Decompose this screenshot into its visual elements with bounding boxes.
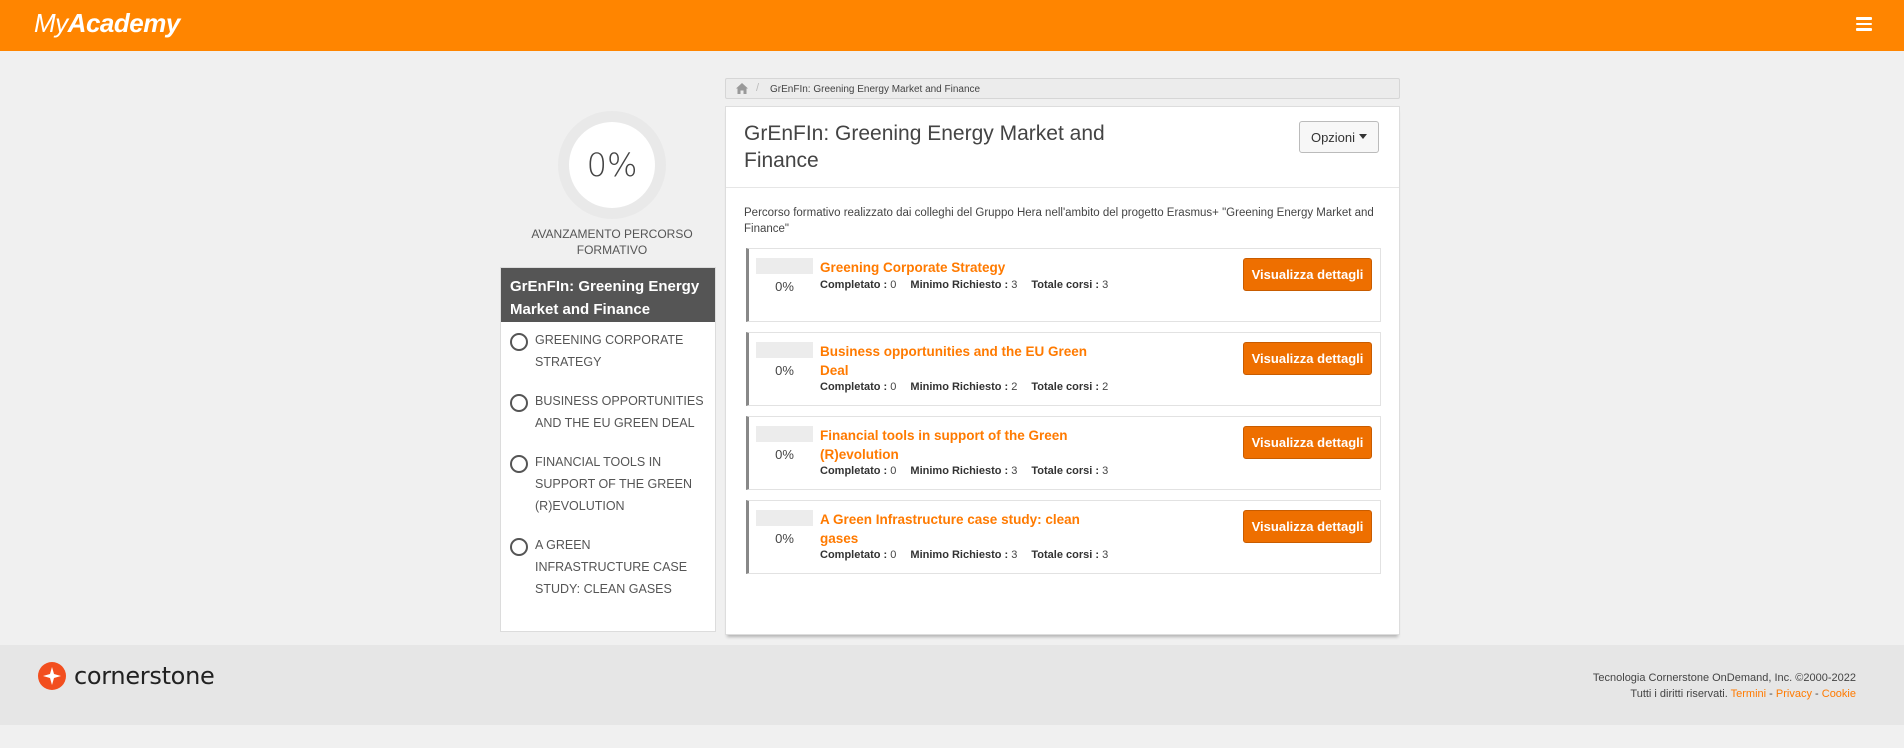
cookie-link[interactable]: Cookie (1822, 688, 1856, 700)
course-meta: Completato : 0 Minimo Richiesto : 3 Totale… (820, 465, 1109, 477)
course-meta: Completato : 0 Minimo Richiesto : 2 Totale… (820, 381, 1109, 393)
course-progress-bar (756, 426, 813, 442)
sidebar-item-label: BUSINESS OPPORTUNITIES AND THE EU GREEN … (535, 394, 704, 430)
course-meta: Completato : 0 Minimo Richiesto : 3 Totale… (820, 549, 1109, 561)
view-details-button[interactable]: Visualizza dettagli (1243, 510, 1372, 543)
course-progress-bar (756, 258, 813, 274)
course-progress-value: 0% (775, 447, 794, 462)
terms-link[interactable]: Termini (1731, 688, 1766, 700)
cornerstone-wordmark: cornerstone (74, 662, 215, 690)
course-title-link[interactable]: A Green Infrastructure case study: clean… (820, 510, 1090, 548)
sidebar-item-business-opportunities[interactable]: BUSINESS OPPORTUNITIES AND THE EU GREEN … (501, 390, 715, 434)
course-row: 0% Greening Corporate Strategy Completat… (746, 248, 1381, 322)
sidebar-item-green-infrastructure[interactable]: A GREEN INFRASTRUCTURE CASE STUDY: CLEAN… (501, 534, 715, 600)
course-title-link[interactable]: Greening Corporate Strategy (820, 258, 1090, 277)
rights-text: Tutti i diritti riservati. (1630, 688, 1728, 700)
progress-value: 0% (569, 122, 655, 208)
sidebar-item-greening-corporate-strategy[interactable]: GREENING CORPORATE STRATEGY (501, 329, 715, 373)
caret-down-icon (1359, 133, 1368, 139)
course-row: 0% A Green Infrastructure case study: cl… (746, 500, 1381, 574)
link-separator: - (1769, 688, 1773, 700)
cornerstone-star-icon (38, 662, 66, 690)
course-progress-bar (756, 510, 813, 526)
curriculum-sidebar: GrEnFIn: Greening Energy Market and Fina… (500, 267, 716, 632)
cornerstone-logo: cornerstone (38, 662, 215, 690)
options-label: Opzioni (1310, 129, 1356, 145)
course-progress-value: 0% (775, 279, 794, 294)
breadcrumb-current: GrEnFIn: Greening Energy Market and Fina… (770, 84, 981, 95)
progress-caption: AVANZAMENTO PERCORSO FORMATIVO (531, 227, 693, 257)
progress-ring: 0% (558, 111, 666, 219)
incomplete-circle-icon (510, 333, 528, 351)
home-icon[interactable] (736, 83, 748, 94)
sidebar-item-label: FINANCIAL TOOLS IN SUPPORT OF THE GREEN … (535, 455, 692, 513)
course-row: 0% Financial tools in support of the Gre… (746, 416, 1381, 490)
sidebar-item-financial-tools[interactable]: FINANCIAL TOOLS IN SUPPORT OF THE GREEN … (501, 451, 715, 517)
view-details-button[interactable]: Visualizza dettagli (1243, 258, 1372, 291)
course-row: 0% Business opportunities and the EU Gre… (746, 332, 1381, 406)
footer-legal: Tecnologia Cornerstone OnDemand, Inc. ©2… (1593, 670, 1856, 702)
page-title: GrEnFIn: Greening Energy Market and Fina… (744, 122, 1105, 172)
footer-links-line: Tutti i diritti riservati. Termini - Pri… (1593, 686, 1856, 702)
curriculum-card: GrEnFIn: Greening Energy Market and Fina… (725, 106, 1400, 635)
privacy-link[interactable]: Privacy (1776, 688, 1812, 700)
footer: cornerstone Tecnologia Cornerstone OnDem… (0, 645, 1904, 725)
view-details-button[interactable]: Visualizza dettagli (1243, 342, 1372, 375)
sidebar-item-label: A GREEN INFRASTRUCTURE CASE STUDY: CLEAN… (535, 538, 688, 596)
breadcrumb: / GrEnFIn: Greening Energy Market and Fi… (725, 78, 1400, 99)
options-dropdown-button[interactable]: Opzioni (1299, 121, 1379, 153)
course-progress-value: 0% (775, 363, 794, 378)
sidebar-heading: GrEnFIn: Greening Energy Market and Fina… (501, 268, 715, 322)
course-title-link[interactable]: Business opportunities and the EU Green … (820, 342, 1090, 380)
course-meta: Completato : 0 Minimo Richiesto : 3 Totale… (820, 279, 1109, 291)
incomplete-circle-icon (510, 455, 528, 473)
incomplete-circle-icon (510, 394, 528, 412)
view-details-button[interactable]: Visualizza dettagli (1243, 426, 1372, 459)
top-bar: MyAcademy (0, 0, 1904, 51)
course-progress-bar (756, 342, 813, 358)
copyright-text: Tecnologia Cornerstone OnDemand, Inc. ©2… (1592, 672, 1856, 684)
course-progress-value: 0% (775, 531, 794, 546)
course-title-link[interactable]: Financial tools in support of the Green … (820, 426, 1090, 464)
sidebar-item-label: GREENING CORPORATE STRATEGY (535, 333, 684, 369)
incomplete-circle-icon (510, 538, 528, 556)
divider (726, 187, 1399, 188)
curriculum-description: Percorso formativo realizzato dai colleg… (744, 207, 1374, 235)
breadcrumb-separator: / (756, 82, 760, 94)
link-separator: - (1815, 688, 1819, 700)
myacademy-logo[interactable]: MyAcademy (34, 8, 180, 39)
hamburger-menu-icon[interactable] (1856, 17, 1872, 31)
